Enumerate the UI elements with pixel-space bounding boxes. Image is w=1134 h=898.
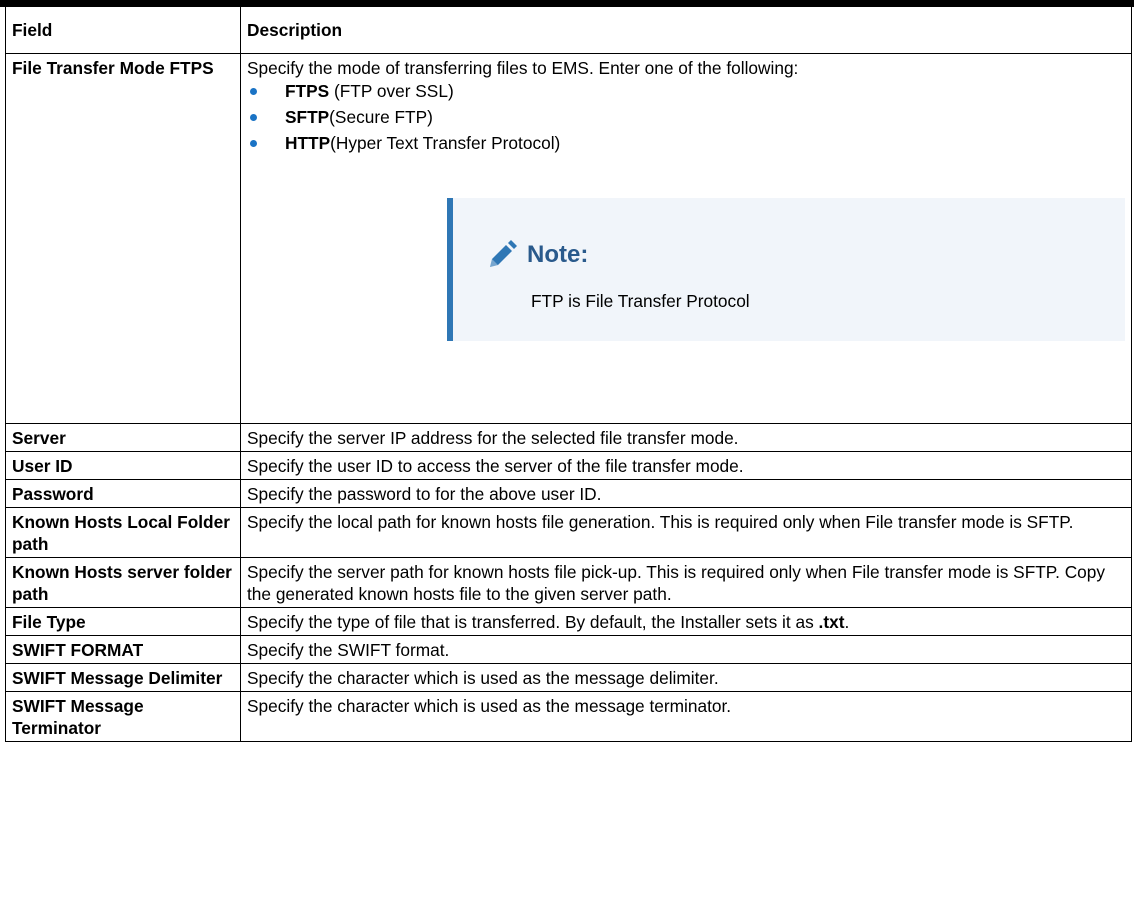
list-item: FTPS (FTP over SSL) [247, 80, 1125, 102]
note-text: FTP is File Transfer Protocol [531, 291, 750, 311]
bullet-icon [250, 114, 257, 121]
description-text: Specify the type of file that is transfe… [247, 612, 819, 632]
table-row: SWIFT Message Terminator Specify the cha… [5, 691, 1132, 742]
option-term: FTPS [285, 81, 330, 101]
note-header: Note: [487, 240, 588, 270]
table-header-row: Field Description [5, 7, 1132, 54]
header-field: Field [5, 7, 241, 54]
field-name: Password [5, 479, 241, 508]
field-name: SWIFT Message Delimiter [5, 663, 241, 692]
table-row: SWIFT FORMAT Specify the SWIFT format. [5, 635, 1132, 664]
table-row: Known Hosts Local Folder path Specify th… [5, 507, 1132, 558]
option-detail: (Secure FTP) [329, 107, 433, 127]
field-name: Known Hosts Local Folder path [5, 507, 241, 558]
field-name: User ID [5, 451, 241, 480]
table-row: File Transfer Mode FTPS Specify the mode… [5, 53, 1132, 424]
field-description: Specify the character which is used as t… [240, 663, 1132, 692]
bullet-icon [250, 140, 257, 147]
header-description: Description [240, 7, 1132, 54]
pencil-icon [487, 240, 517, 270]
table-row: Server Specify the server IP address for… [5, 423, 1132, 452]
description-intro: Specify the mode of transferring files t… [247, 58, 799, 78]
field-description: Specify the type of file that is transfe… [240, 607, 1132, 636]
field-name: File Transfer Mode FTPS [5, 53, 241, 424]
field-name: File Type [5, 607, 241, 636]
description-end: . [844, 612, 850, 632]
top-rule [0, 0, 1134, 7]
field-name: Known Hosts server folder path [5, 557, 241, 608]
option-detail: (Hyper Text Transfer Protocol) [330, 133, 561, 153]
list-item: SFTP(Secure FTP) [247, 106, 1125, 128]
field-name: SWIFT Message Terminator [5, 691, 241, 742]
option-term: HTTP [285, 133, 331, 153]
field-description: Specify the mode of transferring files t… [240, 53, 1132, 424]
field-name: SWIFT FORMAT [5, 635, 241, 664]
option-detail: (FTP over SSL) [329, 81, 454, 101]
field-description: Specify the SWIFT format. [240, 635, 1132, 664]
note-callout: Note: FTP is File Transfer Protocol [447, 198, 1125, 341]
field-description: Specify the server IP address for the se… [240, 423, 1132, 452]
table-row: Known Hosts server folder path Specify t… [5, 557, 1132, 608]
parameters-table: Field Description File Transfer Mode FTP… [5, 7, 1132, 742]
field-description: Specify the server path for known hosts … [240, 557, 1132, 608]
table-row: Password Specify the password to for the… [5, 479, 1132, 508]
table-row: User ID Specify the user ID to access th… [5, 451, 1132, 480]
field-description: Specify the local path for known hosts f… [240, 507, 1132, 558]
table-row: File Type Specify the type of file that … [5, 607, 1132, 636]
field-description: Specify the user ID to access the server… [240, 451, 1132, 480]
list-item: HTTP(Hyper Text Transfer Protocol) [247, 132, 1125, 154]
table-row: SWIFT Message Delimiter Specify the char… [5, 663, 1132, 692]
note-title: Note: [527, 241, 589, 268]
bullet-icon [250, 88, 257, 95]
field-description: Specify the password to for the above us… [240, 479, 1132, 508]
option-list: FTPS (FTP over SSL) SFTP(Secure FTP) HTT… [247, 80, 1125, 154]
field-name: Server [5, 423, 241, 452]
option-term: SFTP [285, 107, 330, 127]
file-extension: .txt [818, 612, 845, 632]
field-description: Specify the character which is used as t… [240, 691, 1132, 742]
